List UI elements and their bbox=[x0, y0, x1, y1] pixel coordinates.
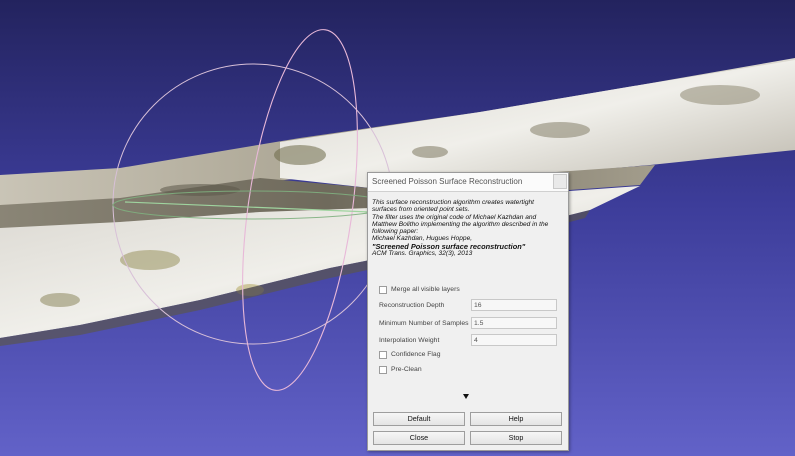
dialog-title: Screened Poisson Surface Reconstruction bbox=[372, 177, 523, 186]
min-samples-input[interactable] bbox=[471, 317, 557, 329]
description-line: Matthew Bolitho implementing the algorit… bbox=[372, 220, 549, 228]
description-line: This surface reconstruction algorithm cr… bbox=[372, 199, 534, 206]
confidence-flag-checkbox[interactable] bbox=[379, 351, 387, 359]
pre-clean-checkbox[interactable] bbox=[379, 366, 387, 374]
dialog-close-icon[interactable] bbox=[553, 174, 567, 189]
interpolation-weight-label: Interpolation Weight bbox=[379, 337, 440, 344]
default-button[interactable]: Default bbox=[373, 412, 465, 426]
close-button[interactable]: Close bbox=[373, 431, 465, 445]
merge-layers-checkbox[interactable] bbox=[379, 286, 387, 294]
min-samples-label: Minimum Number of Samples bbox=[379, 320, 469, 327]
reconstruction-depth-label: Reconstruction Depth bbox=[379, 302, 445, 309]
description-line: surfaces from oriented point sets. bbox=[372, 206, 470, 214]
confidence-flag-label: Confidence Flag bbox=[391, 351, 441, 358]
pre-clean-label: Pre-Clean bbox=[391, 366, 422, 373]
reconstruction-depth-input[interactable] bbox=[471, 299, 557, 311]
triangle-down-icon[interactable] bbox=[463, 394, 469, 399]
screened-poisson-dialog: Screened Poisson Surface Reconstruction … bbox=[367, 172, 569, 451]
stop-button[interactable]: Stop bbox=[470, 431, 562, 445]
description-line: following paper: bbox=[372, 228, 419, 236]
description-paper-title: "Screened Poisson surface reconstruction… bbox=[372, 241, 526, 251]
help-button[interactable]: Help bbox=[470, 412, 562, 426]
interpolation-weight-input[interactable] bbox=[471, 334, 557, 346]
description-line: ACM Trans. Graphics, 32(3), 2013 bbox=[372, 250, 473, 258]
description-line: The filter uses the original code of Mic… bbox=[372, 213, 537, 221]
filter-description: This surface reconstruction algorithm cr… bbox=[372, 199, 566, 257]
merge-layers-label: Merge all visible layers bbox=[391, 286, 460, 293]
dialog-titlebar[interactable]: Screened Poisson Surface Reconstruction bbox=[368, 173, 568, 192]
